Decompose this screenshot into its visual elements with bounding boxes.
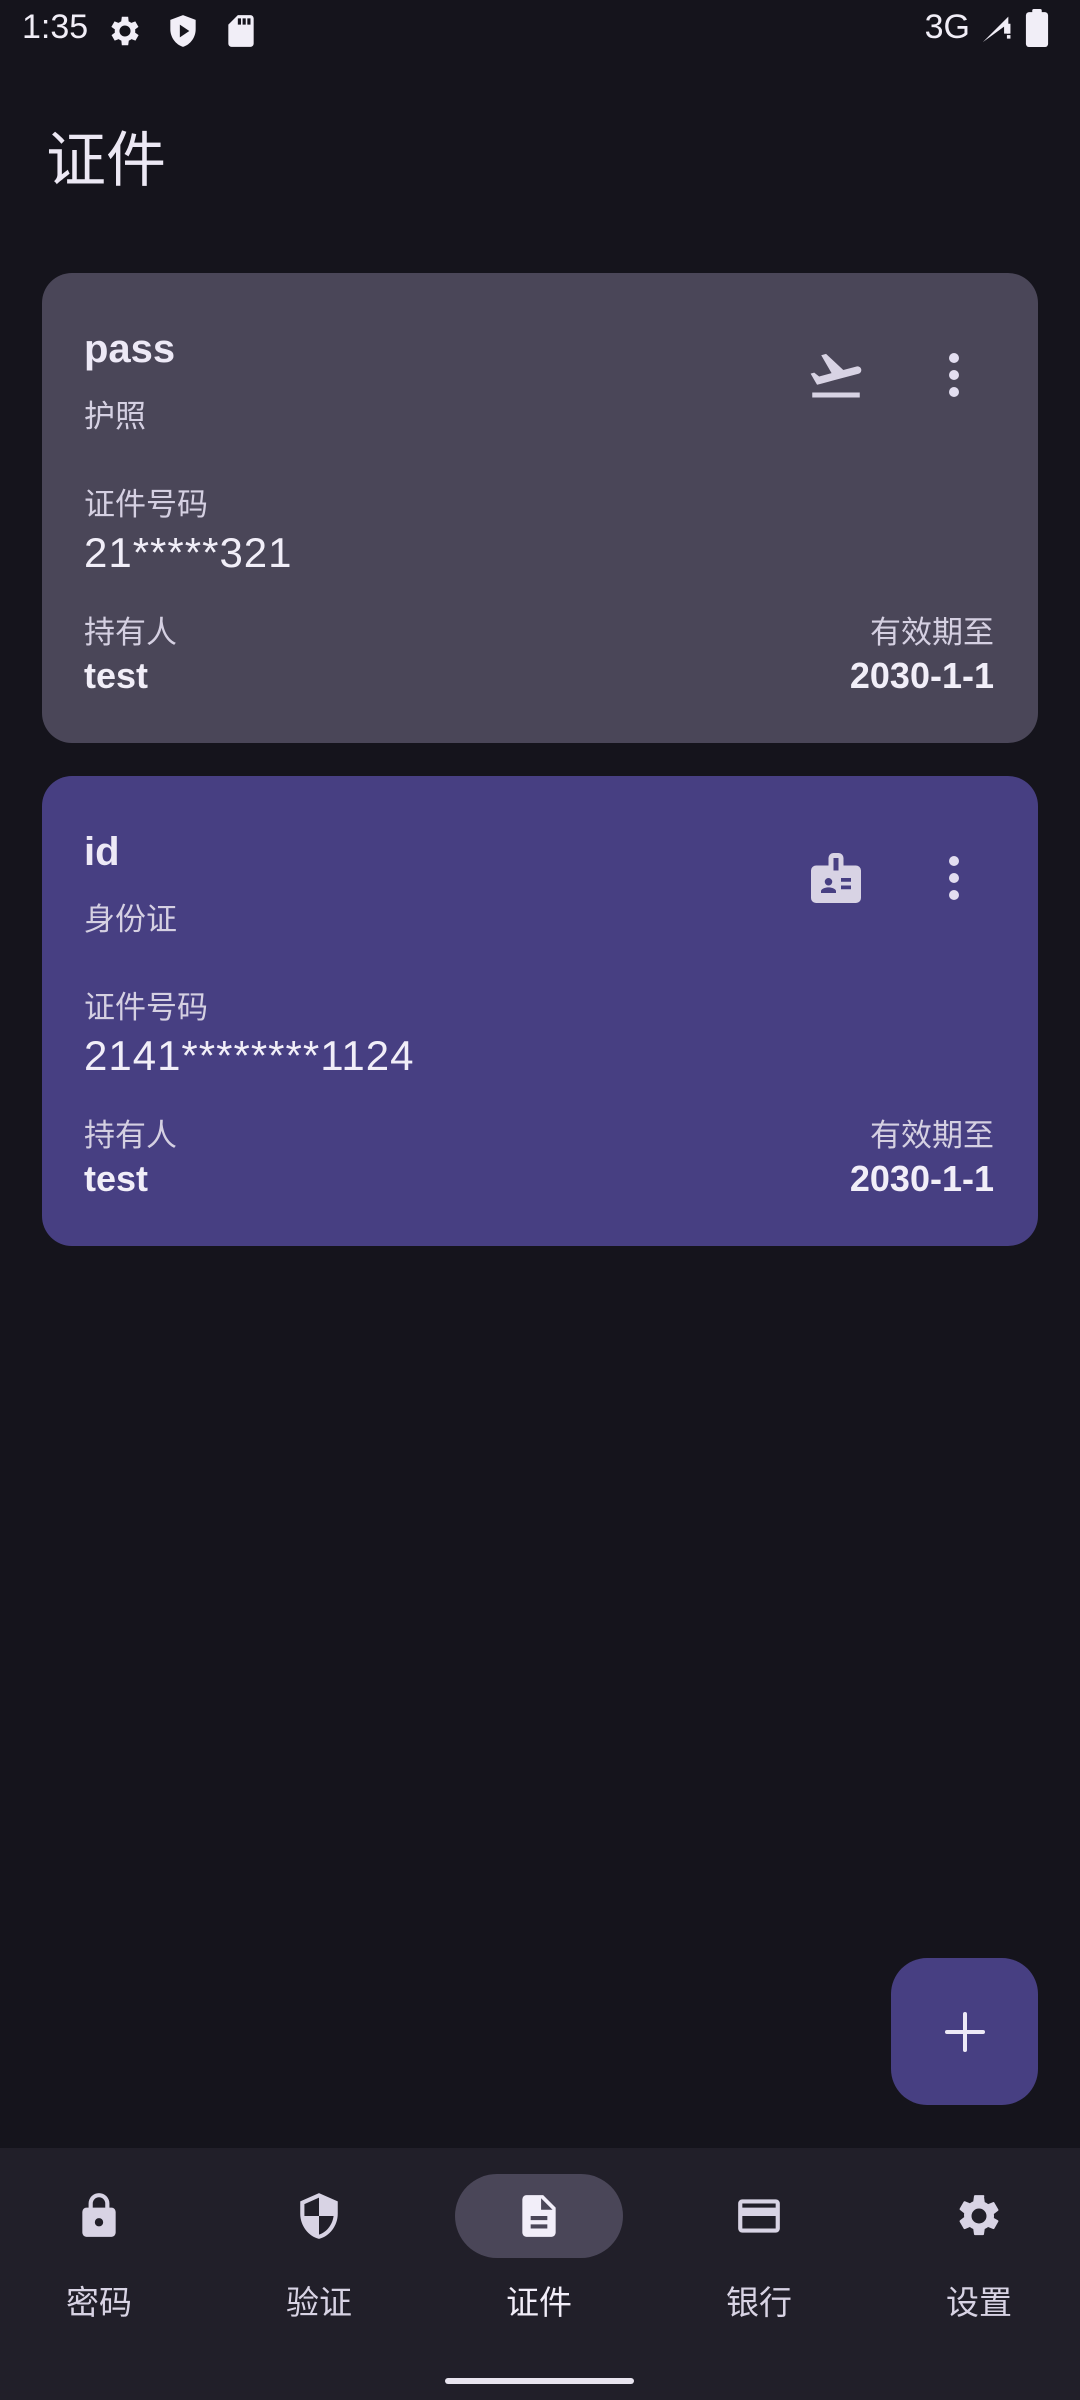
nav-item-authenticator[interactable]: 验证 — [193, 2174, 413, 2334]
play-protect-icon — [170, 15, 196, 47]
signal-icon — [982, 16, 1011, 42]
id-badge-icon — [811, 853, 861, 903]
nav-label: 证件 — [506, 2283, 572, 2322]
document-card-passport[interactable]: pass 护照 证件号码 21*****321 持有人 test 有效期至 20… — [42, 273, 1038, 743]
expiry-value: 2030-1-1 — [849, 655, 994, 696]
card-name: pass — [84, 327, 176, 371]
card-type: 护照 — [84, 399, 146, 435]
nav-pill — [235, 2174, 403, 2258]
document-number: 21*****321 — [84, 529, 293, 576]
plus-icon — [944, 2011, 985, 2052]
more-options-button[interactable] — [926, 337, 982, 413]
nav-pill — [675, 2174, 843, 2258]
number-label: 证件号码 — [84, 487, 208, 523]
nav-label: 设置 — [946, 2283, 1012, 2322]
bottom-navigation: 密码 验证 证件 银行 设置 — [0, 2148, 1080, 2400]
document-icon — [522, 2195, 556, 2237]
card-type: 身份证 — [84, 902, 177, 938]
nav-item-bank[interactable]: 银行 — [633, 2174, 853, 2334]
more-vert-icon — [949, 353, 959, 397]
nav-pill — [455, 2174, 623, 2258]
airplane-takeoff-icon — [810, 353, 862, 398]
card-name: id — [84, 830, 120, 874]
settings-icon — [111, 16, 139, 46]
holder-label: 持有人 — [84, 1118, 177, 1154]
holder-value: test — [84, 1158, 149, 1199]
sd-card-icon — [228, 15, 254, 47]
lock-icon — [82, 2193, 116, 2237]
nav-item-settings[interactable]: 设置 — [853, 2174, 1073, 2334]
expiry-label: 有效期至 — [870, 1118, 994, 1154]
holder-label: 持有人 — [84, 615, 177, 651]
nav-label: 验证 — [286, 2283, 352, 2322]
nav-label: 银行 — [726, 2283, 792, 2322]
page-title: 证件 — [46, 126, 166, 196]
expiry-value: 2030-1-1 — [849, 1158, 994, 1199]
nav-pill — [15, 2174, 183, 2258]
nav-item-documents[interactable]: 证件 — [413, 2174, 633, 2334]
home-indicator[interactable] — [445, 2378, 634, 2384]
status-time: 1:35 — [22, 8, 89, 46]
shield-icon — [300, 2193, 338, 2239]
battery-icon — [1025, 8, 1049, 47]
network-type: 3G — [924, 8, 970, 46]
add-document-button[interactable] — [891, 1958, 1038, 2105]
document-number: 2141********1124 — [84, 1032, 415, 1079]
holder-value: test — [84, 655, 149, 696]
gear-icon — [959, 2195, 999, 2236]
nav-pill — [895, 2174, 1063, 2258]
document-card-id[interactable]: id 身份证 证件号码 2141********1124 持有人 test 有效… — [42, 776, 1038, 1246]
nav-item-passwords[interactable]: 密码 — [0, 2174, 193, 2334]
nav-label: 密码 — [66, 2283, 132, 2322]
number-label: 证件号码 — [84, 990, 208, 1026]
expiry-label: 有效期至 — [870, 615, 994, 651]
more-options-button[interactable] — [926, 840, 982, 916]
more-vert-icon — [949, 856, 959, 900]
credit-card-icon — [738, 2199, 780, 2233]
status-bar: 1:35 3G — [0, 0, 1080, 64]
